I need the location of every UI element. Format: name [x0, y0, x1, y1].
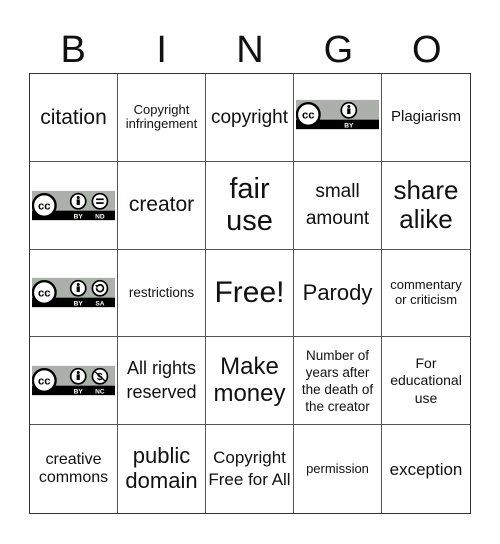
creative-commons-by-icon: cc BY	[296, 99, 379, 130]
bingo-cell[interactable]: creative commons	[30, 425, 118, 513]
bingo-cell[interactable]: share alike	[382, 162, 470, 250]
cell-text: restrictions	[128, 285, 195, 301]
bingo-cell[interactable]: cc $ BY NC	[30, 337, 118, 426]
bingo-cell[interactable]: Number of years after the death of the c…	[294, 337, 382, 426]
bingo-header: B I N G O	[29, 28, 471, 73]
bingo-cell[interactable]: Copyright infringement	[118, 74, 206, 162]
badge-label: BY	[74, 301, 84, 308]
creative-commons-by-nc-icon: cc $ BY NC	[32, 366, 115, 396]
bingo-cell[interactable]: Plagiarism	[382, 74, 470, 162]
cell-text: Copyright Free for All	[208, 448, 291, 490]
svg-text:cc: cc	[38, 288, 51, 300]
cell-text: commentary or criticism	[390, 277, 462, 307]
header-letter-g: G	[323, 29, 354, 71]
bingo-cell[interactable]: exception	[382, 425, 470, 513]
creative-commons-by-sa-icon: cc BY SA	[32, 278, 115, 308]
cell-text: Free!	[214, 276, 285, 310]
cell-text: Make money	[213, 352, 286, 407]
badge-label: BY	[74, 389, 84, 396]
cell-text: fair use	[226, 172, 273, 238]
bingo-cell[interactable]: cc BY ND	[30, 161, 118, 250]
bingo-cell[interactable]: Parody	[294, 249, 382, 338]
bingo-cell[interactable]: restrictions	[118, 249, 206, 338]
cell-text: Number of years after the death of the c…	[301, 347, 374, 414]
cell-text: Parody	[302, 279, 373, 305]
bingo-cell[interactable]: cc BY SA	[30, 249, 118, 338]
badge-label: ND	[95, 213, 105, 220]
cell-text: Copyright infringement	[125, 101, 198, 132]
bingo-cell[interactable]: citation	[30, 74, 118, 162]
bingo-cell[interactable]: small amount	[294, 161, 382, 250]
bingo-cell[interactable]: fair use	[206, 161, 294, 250]
cell-text: All rights reserved	[126, 358, 197, 402]
cell-text: permission	[306, 460, 369, 476]
bingo-cell[interactable]: Make money	[206, 337, 294, 426]
svg-text:cc: cc	[38, 200, 51, 212]
bingo-cell[interactable]: For educational use	[382, 337, 470, 426]
svg-text:cc: cc	[38, 376, 51, 388]
header-letter-i: I	[156, 29, 167, 71]
bingo-cell[interactable]: cc BY	[294, 74, 382, 162]
header-letter-o: O	[412, 29, 442, 71]
cell-text: small amount	[305, 180, 370, 230]
header-letter-n: N	[236, 29, 264, 71]
svg-text:cc: cc	[302, 110, 315, 122]
bingo-cell[interactable]: permission	[294, 425, 382, 513]
badge-label: NC	[95, 389, 105, 396]
bingo-cell[interactable]: commentary or criticism	[382, 250, 470, 338]
cell-text: creator	[128, 193, 195, 217]
bingo-grid: citation Copyright infringement copyrigh…	[29, 73, 471, 514]
bingo-cell[interactable]: All rights reserved	[118, 337, 206, 426]
bingo-cell[interactable]: Free!	[206, 249, 294, 338]
cell-text: copyright	[210, 106, 289, 128]
badge-label: BY	[344, 123, 354, 130]
cell-text: public domain	[125, 443, 198, 494]
bingo-cell[interactable]: public domain	[118, 425, 206, 513]
cell-text: share alike	[393, 175, 459, 235]
cell-text: For educational use	[390, 354, 462, 406]
badge-label: BY	[74, 213, 84, 220]
bingo-cell[interactable]: creator	[118, 161, 206, 250]
cell-text: Plagiarism	[390, 108, 462, 125]
header-letter-b: B	[60, 29, 86, 71]
bingo-cell[interactable]: Copyright Free for All	[206, 425, 294, 513]
cell-text: creative commons	[38, 451, 109, 487]
cell-text: citation	[40, 105, 107, 129]
bingo-cell[interactable]: copyright	[206, 74, 294, 162]
creative-commons-by-nd-icon: cc BY ND	[32, 190, 115, 220]
cell-text: exception	[389, 459, 463, 479]
badge-label: SA	[95, 301, 104, 308]
